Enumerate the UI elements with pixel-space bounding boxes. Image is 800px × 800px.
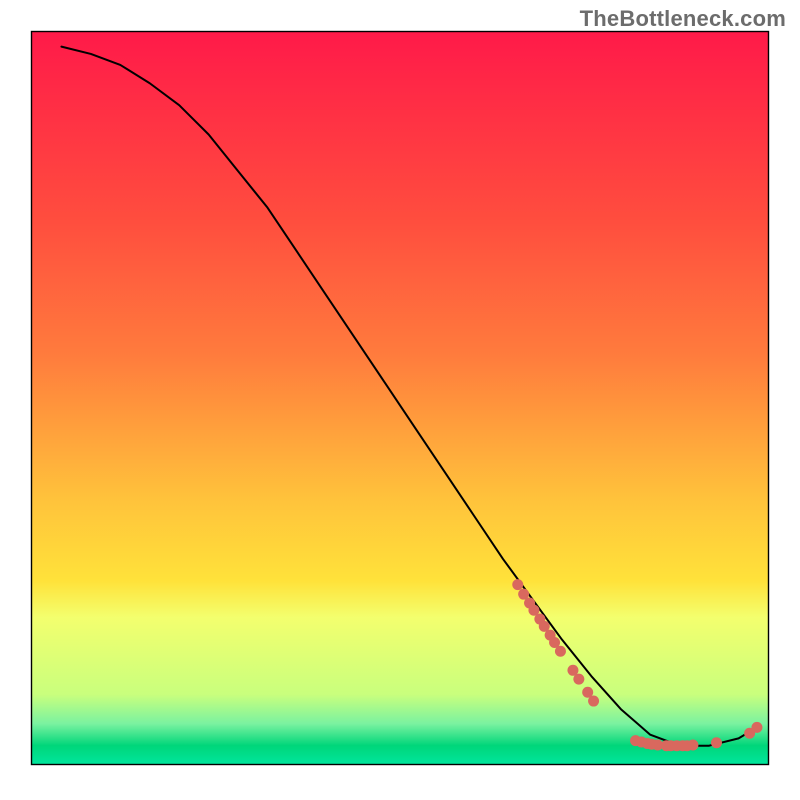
data-point xyxy=(512,579,523,590)
attribution-watermark: TheBottleneck.com xyxy=(580,6,786,32)
data-point xyxy=(573,674,584,685)
data-point xyxy=(751,722,762,733)
data-point xyxy=(711,737,722,748)
chart-canvas: TheBottleneck.com xyxy=(0,0,800,800)
plot-background xyxy=(32,32,768,764)
data-point xyxy=(687,739,698,750)
bottleneck-chart xyxy=(0,0,800,800)
data-point xyxy=(588,696,599,707)
data-point xyxy=(555,646,566,657)
